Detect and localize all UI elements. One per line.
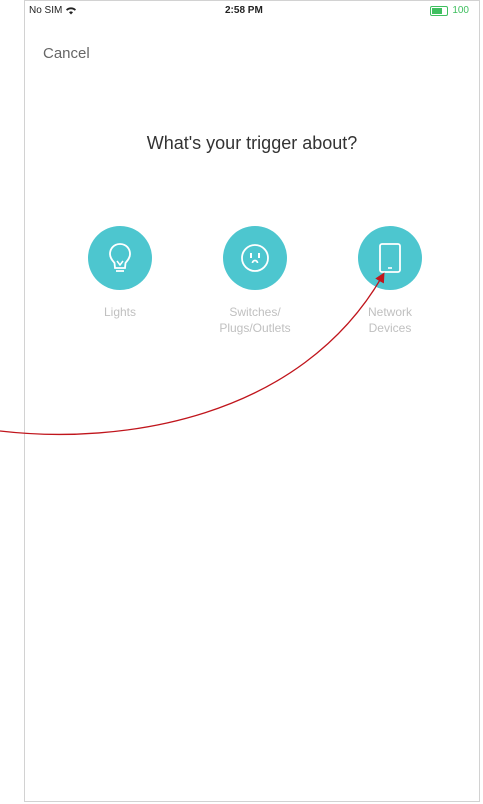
switches-circle[interactable]	[223, 226, 287, 290]
status-time: 2:58 PM	[225, 5, 263, 16]
wifi-icon	[66, 7, 77, 15]
battery-level: 100	[452, 5, 469, 16]
status-bar: No SIM 2:58 PM 100	[25, 1, 479, 27]
status-carrier: No SIM	[29, 5, 77, 16]
option-network-label: Network Devices	[367, 305, 412, 335]
option-switches-label: Switches/ Plugs/Outlets	[219, 305, 291, 335]
network-devices-circle[interactable]	[358, 226, 422, 290]
outlet-icon	[241, 244, 269, 272]
lightbulb-icon	[109, 243, 131, 272]
lights-circle[interactable]	[88, 226, 152, 290]
trigger-options: Lights Switches/ Plugs/Outlets Network D…	[55, 226, 455, 336]
option-lights[interactable]: Lights	[55, 226, 185, 336]
page-title: What's your trigger about?	[146, 133, 358, 153]
option-network-devices[interactable]: Network Devices	[325, 226, 455, 336]
phone-screen: No SIM 2:58 PM 100 Cancel What's your tr…	[24, 0, 480, 802]
option-switches-plugs-outlets[interactable]: Switches/ Plugs/Outlets	[190, 226, 320, 336]
cancel-button[interactable]: Cancel	[43, 45, 90, 62]
option-lights-label: Lights	[103, 305, 137, 319]
carrier-label: No SIM	[29, 5, 63, 16]
status-battery: 100	[430, 5, 469, 16]
tablet-device-icon	[379, 243, 401, 273]
battery-icon	[430, 5, 449, 16]
